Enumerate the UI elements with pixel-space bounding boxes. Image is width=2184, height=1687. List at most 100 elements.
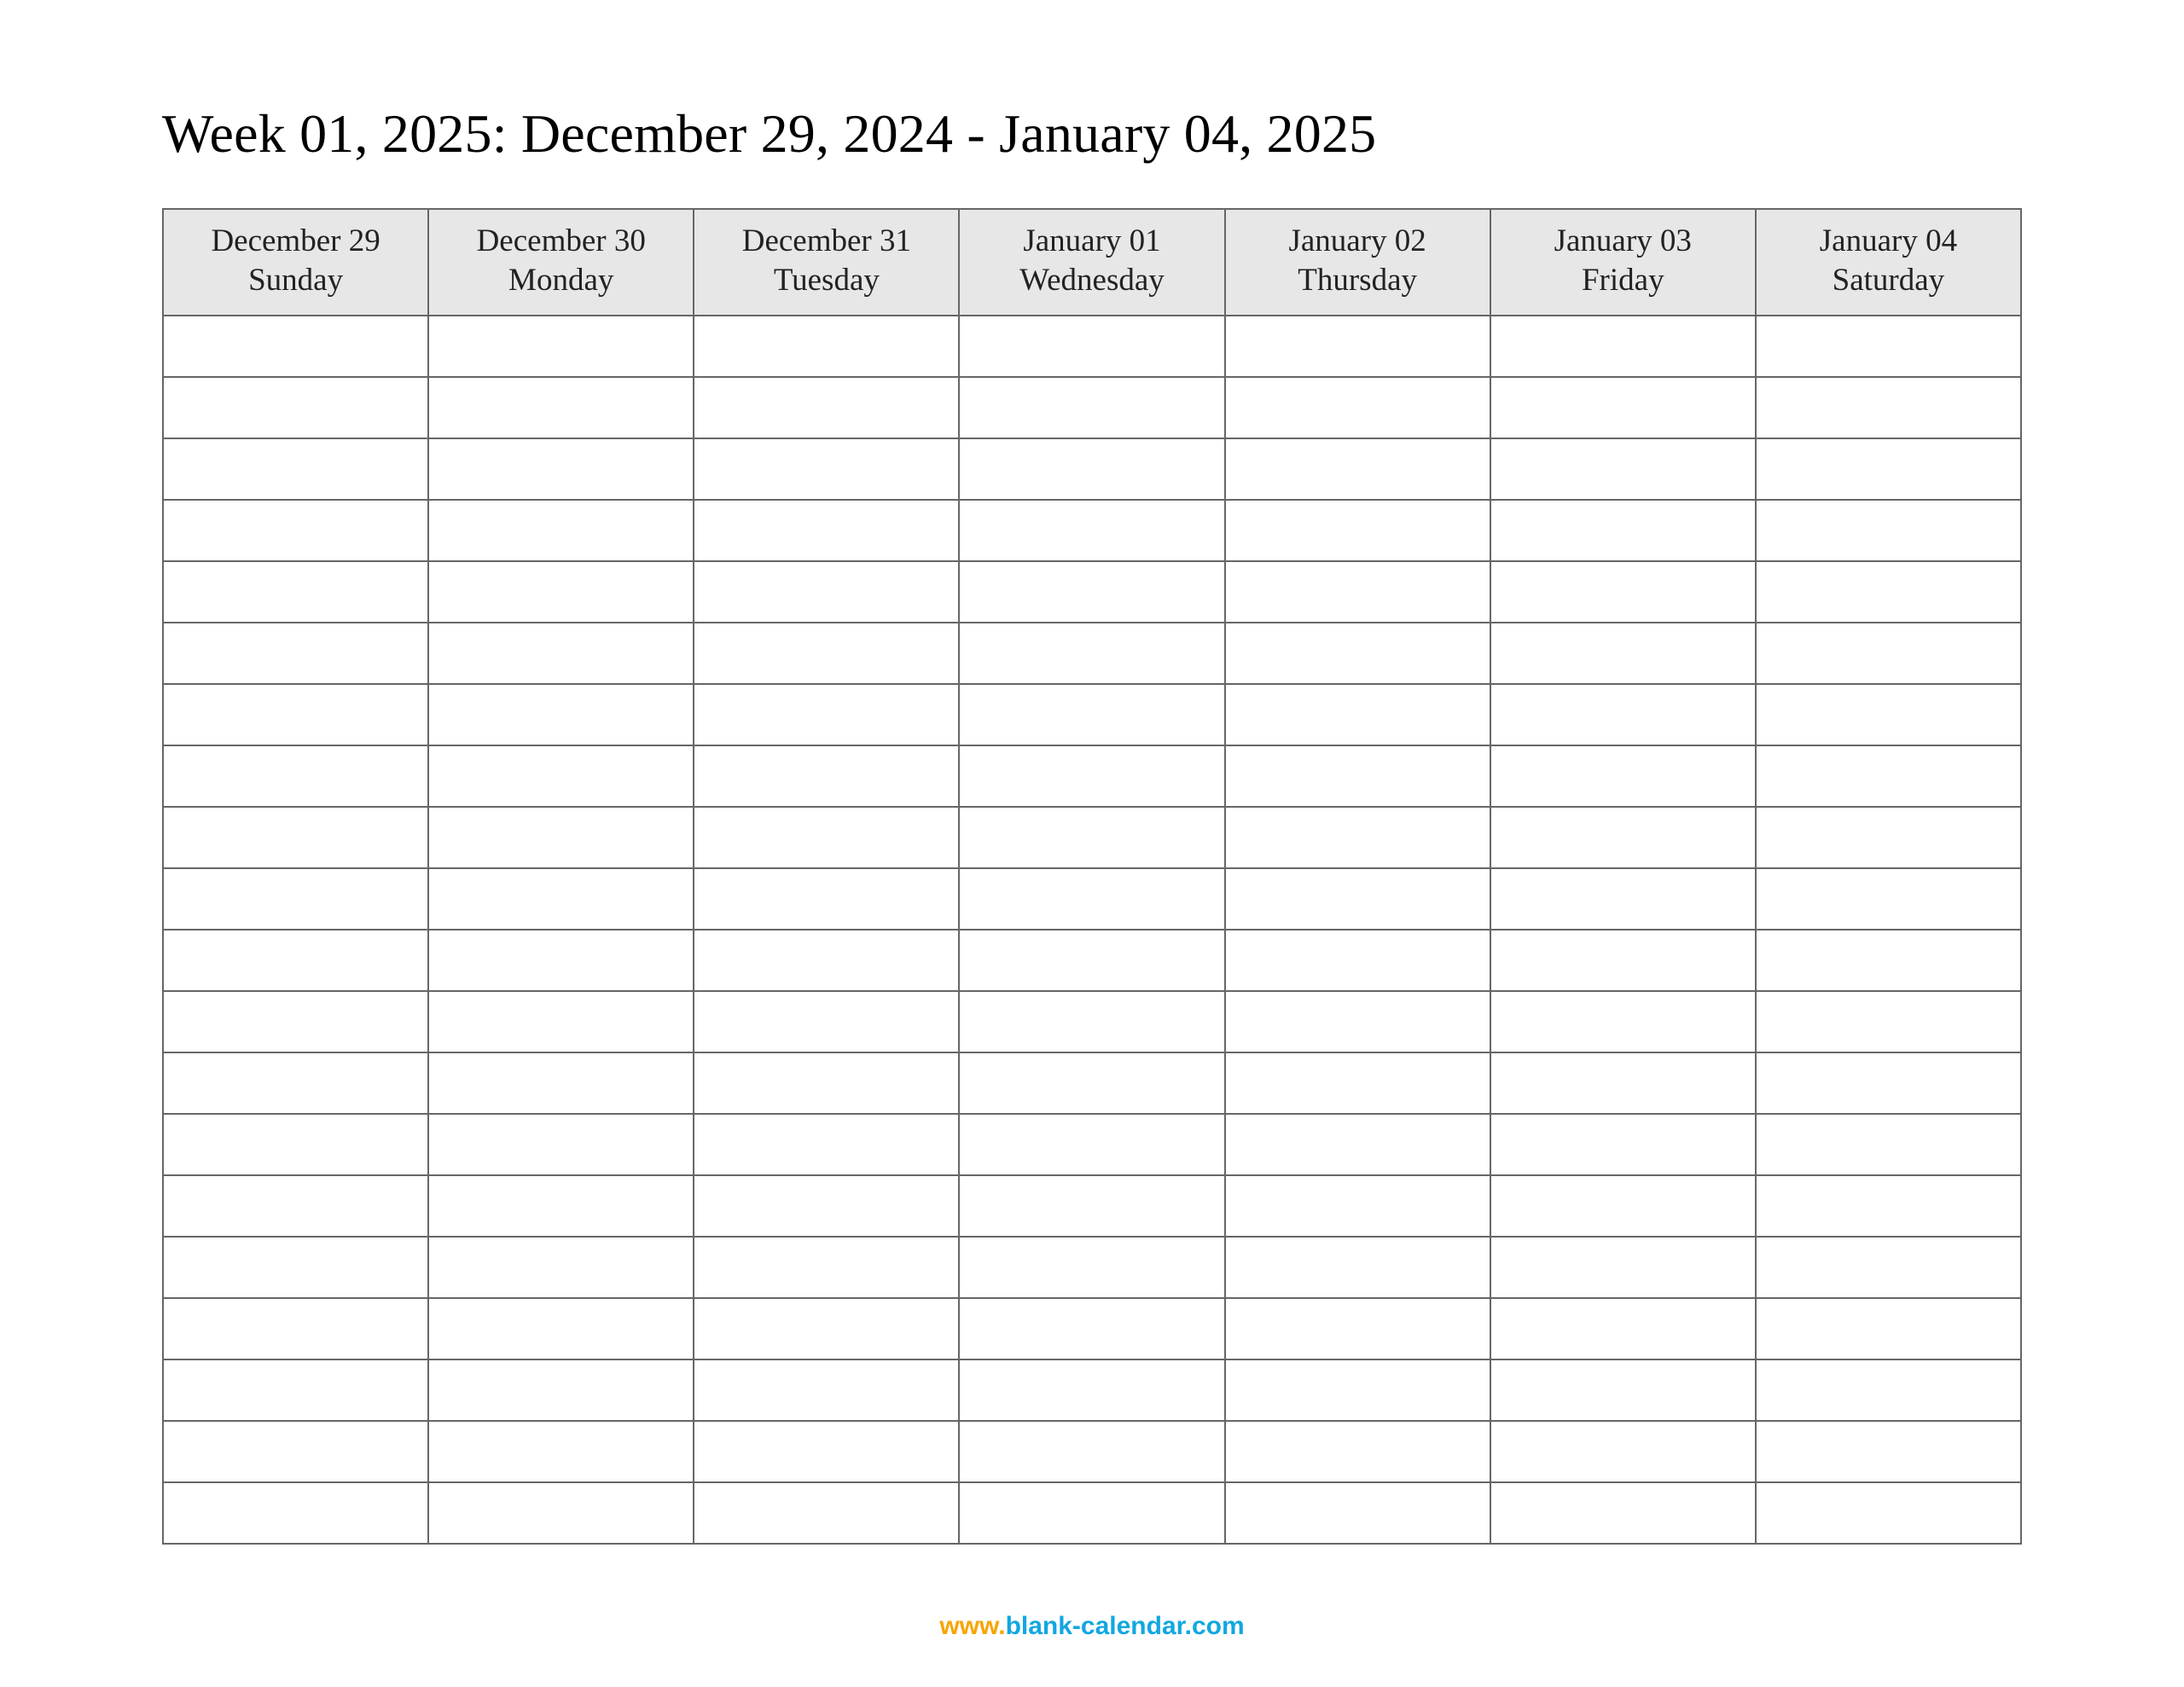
- calendar-cell[interactable]: [694, 1175, 959, 1237]
- calendar-cell[interactable]: [959, 623, 1224, 684]
- calendar-cell[interactable]: [428, 1421, 694, 1482]
- calendar-cell[interactable]: [1225, 623, 1490, 684]
- calendar-cell[interactable]: [428, 561, 694, 623]
- calendar-cell[interactable]: [1225, 684, 1490, 745]
- calendar-cell[interactable]: [428, 1237, 694, 1298]
- calendar-cell[interactable]: [163, 807, 428, 868]
- calendar-cell[interactable]: [1756, 1052, 2021, 1114]
- calendar-cell[interactable]: [959, 807, 1224, 868]
- calendar-cell[interactable]: [163, 1237, 428, 1298]
- calendar-cell[interactable]: [1225, 1482, 1490, 1544]
- calendar-cell[interactable]: [428, 991, 694, 1052]
- calendar-cell[interactable]: [428, 316, 694, 377]
- calendar-cell[interactable]: [959, 1175, 1224, 1237]
- calendar-cell[interactable]: [1225, 1359, 1490, 1421]
- calendar-cell[interactable]: [163, 868, 428, 930]
- calendar-cell[interactable]: [163, 438, 428, 500]
- calendar-cell[interactable]: [1756, 500, 2021, 561]
- calendar-cell[interactable]: [1490, 1114, 1756, 1175]
- calendar-cell[interactable]: [428, 930, 694, 991]
- calendar-cell[interactable]: [694, 1482, 959, 1544]
- calendar-cell[interactable]: [1756, 1359, 2021, 1421]
- calendar-cell[interactable]: [1756, 1175, 2021, 1237]
- calendar-cell[interactable]: [1490, 561, 1756, 623]
- calendar-cell[interactable]: [428, 438, 694, 500]
- calendar-cell[interactable]: [694, 1298, 959, 1359]
- calendar-cell[interactable]: [1490, 930, 1756, 991]
- calendar-cell[interactable]: [959, 1421, 1224, 1482]
- calendar-cell[interactable]: [1225, 1175, 1490, 1237]
- calendar-cell[interactable]: [1225, 1298, 1490, 1359]
- calendar-cell[interactable]: [1756, 807, 2021, 868]
- calendar-cell[interactable]: [163, 500, 428, 561]
- calendar-cell[interactable]: [1490, 868, 1756, 930]
- calendar-cell[interactable]: [959, 1237, 1224, 1298]
- calendar-cell[interactable]: [163, 1298, 428, 1359]
- calendar-cell[interactable]: [1490, 1421, 1756, 1482]
- calendar-cell[interactable]: [959, 561, 1224, 623]
- calendar-cell[interactable]: [1490, 377, 1756, 438]
- calendar-cell[interactable]: [1756, 438, 2021, 500]
- calendar-cell[interactable]: [1225, 377, 1490, 438]
- calendar-cell[interactable]: [1225, 561, 1490, 623]
- calendar-cell[interactable]: [163, 1482, 428, 1544]
- calendar-cell[interactable]: [1490, 1298, 1756, 1359]
- calendar-cell[interactable]: [428, 1175, 694, 1237]
- calendar-cell[interactable]: [1225, 1114, 1490, 1175]
- calendar-cell[interactable]: [959, 500, 1224, 561]
- footer-link[interactable]: www.blank-calendar.com: [0, 1612, 2184, 1641]
- calendar-cell[interactable]: [694, 1359, 959, 1421]
- calendar-cell[interactable]: [1756, 1298, 2021, 1359]
- calendar-cell[interactable]: [1756, 684, 2021, 745]
- calendar-cell[interactable]: [694, 377, 959, 438]
- calendar-cell[interactable]: [428, 1298, 694, 1359]
- calendar-cell[interactable]: [163, 316, 428, 377]
- calendar-cell[interactable]: [1225, 745, 1490, 807]
- calendar-cell[interactable]: [694, 930, 959, 991]
- calendar-cell[interactable]: [1225, 1421, 1490, 1482]
- calendar-cell[interactable]: [163, 1421, 428, 1482]
- calendar-cell[interactable]: [1490, 1482, 1756, 1544]
- calendar-cell[interactable]: [1490, 623, 1756, 684]
- calendar-cell[interactable]: [1225, 500, 1490, 561]
- calendar-cell[interactable]: [163, 1175, 428, 1237]
- calendar-cell[interactable]: [1490, 807, 1756, 868]
- calendar-cell[interactable]: [1225, 807, 1490, 868]
- calendar-cell[interactable]: [1225, 1052, 1490, 1114]
- calendar-cell[interactable]: [694, 684, 959, 745]
- calendar-cell[interactable]: [959, 930, 1224, 991]
- calendar-cell[interactable]: [1225, 868, 1490, 930]
- calendar-cell[interactable]: [959, 745, 1224, 807]
- calendar-cell[interactable]: [428, 684, 694, 745]
- calendar-cell[interactable]: [694, 1052, 959, 1114]
- calendar-cell[interactable]: [428, 623, 694, 684]
- calendar-cell[interactable]: [694, 991, 959, 1052]
- calendar-cell[interactable]: [163, 1052, 428, 1114]
- calendar-cell[interactable]: [428, 1114, 694, 1175]
- calendar-cell[interactable]: [1225, 930, 1490, 991]
- calendar-cell[interactable]: [163, 930, 428, 991]
- calendar-cell[interactable]: [694, 1237, 959, 1298]
- calendar-cell[interactable]: [163, 1114, 428, 1175]
- calendar-cell[interactable]: [428, 807, 694, 868]
- calendar-cell[interactable]: [1490, 991, 1756, 1052]
- calendar-cell[interactable]: [163, 991, 428, 1052]
- calendar-cell[interactable]: [694, 316, 959, 377]
- calendar-cell[interactable]: [694, 745, 959, 807]
- calendar-cell[interactable]: [163, 745, 428, 807]
- calendar-cell[interactable]: [959, 1114, 1224, 1175]
- calendar-cell[interactable]: [428, 500, 694, 561]
- calendar-cell[interactable]: [1490, 684, 1756, 745]
- calendar-cell[interactable]: [1756, 623, 2021, 684]
- calendar-cell[interactable]: [959, 1298, 1224, 1359]
- calendar-cell[interactable]: [428, 1482, 694, 1544]
- calendar-cell[interactable]: [694, 438, 959, 500]
- calendar-cell[interactable]: [959, 991, 1224, 1052]
- calendar-cell[interactable]: [163, 561, 428, 623]
- calendar-cell[interactable]: [1490, 438, 1756, 500]
- calendar-cell[interactable]: [428, 377, 694, 438]
- calendar-cell[interactable]: [163, 684, 428, 745]
- calendar-cell[interactable]: [1490, 1237, 1756, 1298]
- calendar-cell[interactable]: [1756, 1482, 2021, 1544]
- calendar-cell[interactable]: [1756, 1421, 2021, 1482]
